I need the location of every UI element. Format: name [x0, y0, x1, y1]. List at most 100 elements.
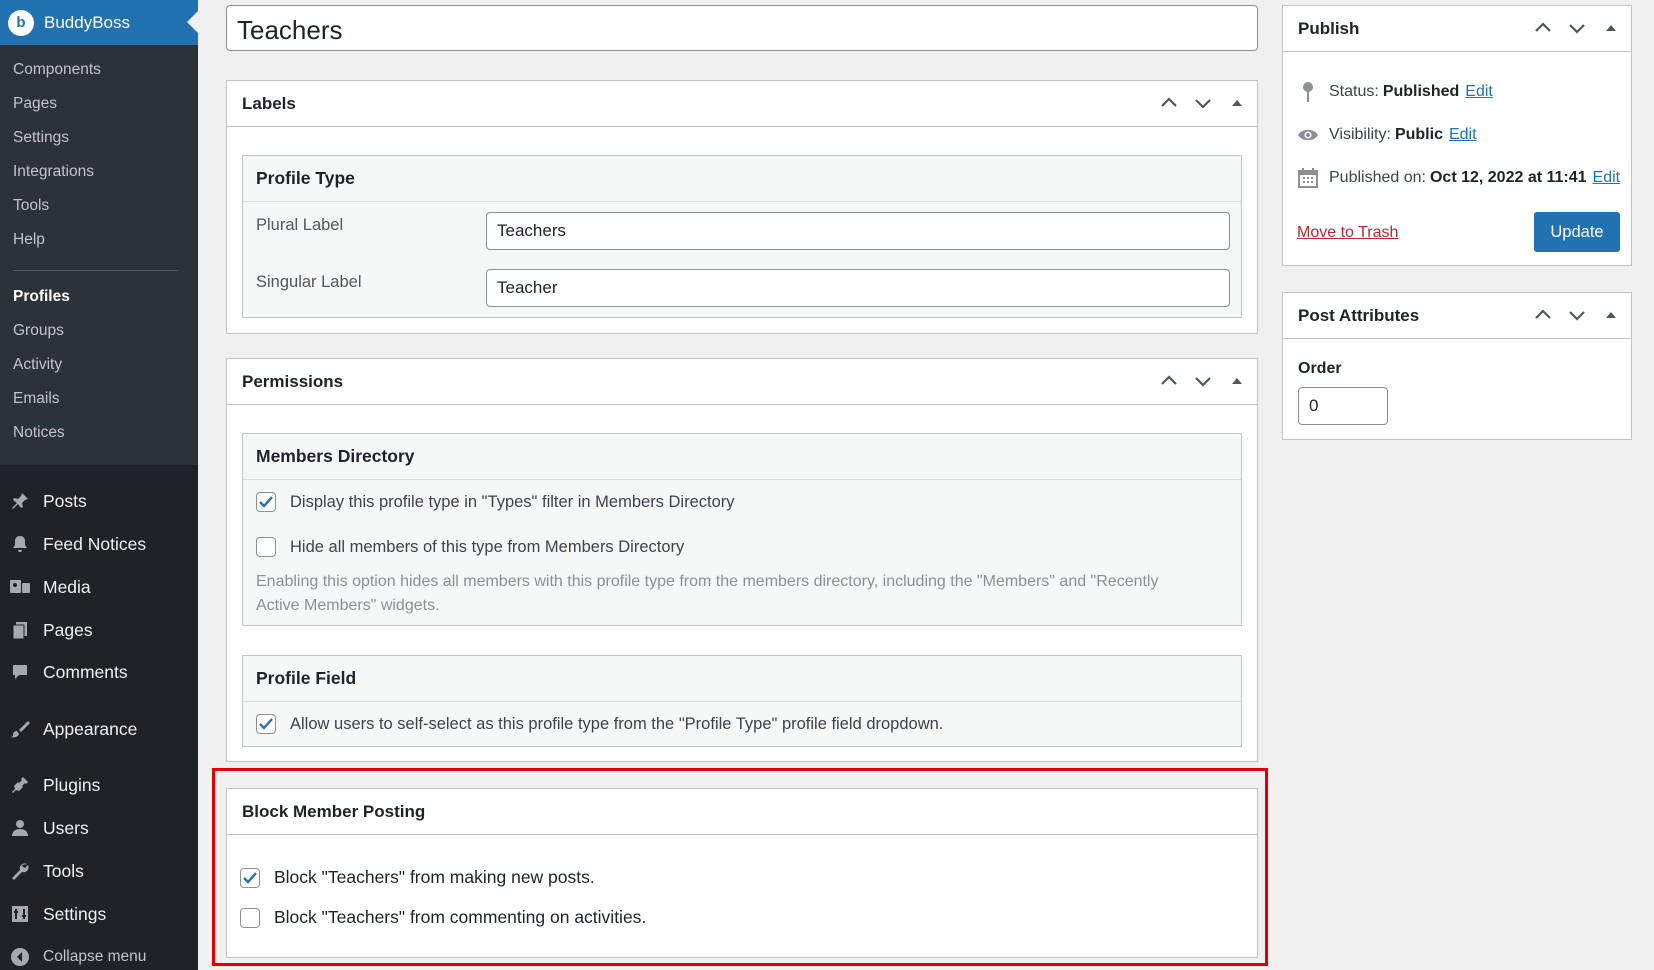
toggle-panel-icon[interactable]	[1227, 93, 1247, 113]
menu-feed-notices[interactable]: Feed Notices	[0, 526, 198, 562]
move-up-icon[interactable]	[1533, 18, 1553, 38]
singular-label-text: Singular Label	[256, 273, 362, 291]
edit-date-link[interactable]: Edit	[1593, 169, 1621, 187]
comment-icon	[9, 661, 31, 683]
menu-tools[interactable]: Tools	[0, 853, 198, 889]
hide-members-description: Enabling this option hides all members w…	[256, 570, 1236, 618]
menu-settings[interactable]: Settings	[0, 896, 198, 932]
post-attributes-header: Post Attributes	[1283, 293, 1631, 339]
submenu-settings[interactable]: Settings	[13, 129, 69, 147]
submenu-integrations[interactable]: Integrations	[13, 163, 94, 181]
move-down-icon[interactable]	[1567, 305, 1587, 325]
collapse-menu-label: Collapse menu	[43, 948, 147, 965]
menu-media[interactable]: Media	[0, 569, 198, 605]
profile-type-section: Profile Type Plural Label Teachers Singu…	[242, 155, 1242, 318]
status-label: Status:	[1329, 83, 1379, 100]
plural-label-input[interactable]: Teachers	[486, 212, 1230, 250]
current-menu-pointer	[187, 11, 198, 33]
submenu-pages[interactable]: Pages	[13, 95, 57, 113]
menu-plugins[interactable]: Plugins	[0, 767, 198, 803]
move-to-trash-link[interactable]: Move to Trash	[1297, 224, 1398, 242]
post-attributes-title: Post Attributes	[1298, 305, 1420, 325]
submenu-profiles[interactable]: Profiles	[13, 288, 70, 306]
profile-field-heading: Profile Field	[243, 656, 1241, 702]
hide-members-option[interactable]: Hide all members of this type from Membe…	[256, 537, 684, 557]
menu-plugins-label: Plugins	[43, 774, 101, 795]
menu-pages[interactable]: Pages	[0, 612, 198, 648]
menu-posts-label: Posts	[43, 490, 87, 511]
menu-appearance[interactable]: Appearance	[0, 711, 198, 747]
published-on-label: Published on:	[1329, 169, 1426, 186]
highlight-annotation-box	[212, 768, 1268, 966]
pin-icon	[9, 490, 31, 512]
members-directory-section: Members Directory Display this profile t…	[242, 433, 1242, 626]
submenu-groups[interactable]: Groups	[13, 322, 64, 340]
buddyboss-logo-icon: b	[8, 9, 34, 36]
publish-metabox: Publish Status: Published Edit Visibilit…	[1282, 5, 1632, 266]
singular-label-input[interactable]: Teacher	[486, 269, 1230, 307]
menu-settings-label: Settings	[43, 903, 107, 924]
display-in-types-filter-checkbox[interactable]	[256, 492, 276, 512]
move-up-icon[interactable]	[1159, 371, 1179, 391]
wrench-icon	[9, 860, 31, 882]
post-title-input[interactable]: Teachers	[226, 5, 1258, 51]
permissions-metabox-title: Permissions	[242, 371, 344, 391]
move-down-icon[interactable]	[1567, 18, 1587, 38]
labels-metabox-title: Labels	[242, 93, 296, 113]
move-down-icon[interactable]	[1193, 371, 1213, 391]
submenu-activity[interactable]: Activity	[13, 356, 62, 374]
edit-status-link[interactable]: Edit	[1465, 83, 1493, 101]
labels-metabox: Labels Profile Type Plural Label Teacher…	[226, 80, 1258, 334]
menu-tools-label: Tools	[43, 860, 84, 881]
submenu-divider	[13, 270, 178, 271]
self-select-profile-type-checkbox[interactable]	[256, 714, 276, 734]
menu-feed-notices-label: Feed Notices	[43, 533, 147, 554]
menu-users-label: Users	[43, 817, 89, 838]
bell-icon	[9, 533, 31, 555]
menu-appearance-label: Appearance	[43, 718, 138, 739]
menu-posts[interactable]: Posts	[0, 483, 198, 519]
update-button[interactable]: Update	[1534, 212, 1620, 252]
collapse-menu-button[interactable]: Collapse menu	[0, 939, 198, 970]
settings-icon	[9, 903, 31, 925]
display-in-types-filter-label: Display this profile type in "Types" fil…	[290, 492, 735, 511]
permissions-metabox: Permissions Members Directory Display th…	[226, 358, 1258, 762]
toggle-panel-icon[interactable]	[1601, 305, 1621, 325]
visibility-row: Visibility: Public Edit	[1297, 124, 1477, 146]
submenu-tools[interactable]: Tools	[13, 197, 49, 215]
members-directory-heading: Members Directory	[243, 434, 1241, 480]
user-icon	[9, 817, 31, 839]
media-icon	[9, 576, 31, 598]
hide-members-checkbox[interactable]	[256, 537, 276, 557]
move-up-icon[interactable]	[1533, 305, 1553, 325]
menu-pages-label: Pages	[43, 619, 93, 640]
post-status-row: Status: Published Edit	[1297, 81, 1493, 103]
edit-visibility-link[interactable]: Edit	[1449, 126, 1477, 144]
labels-metabox-header: Labels	[227, 81, 1257, 127]
submenu-notices[interactable]: Notices	[13, 424, 65, 442]
menu-comments[interactable]: Comments	[0, 654, 198, 690]
menu-buddyboss[interactable]: b BuddyBoss	[0, 0, 198, 45]
toggle-panel-icon[interactable]	[1601, 18, 1621, 38]
order-label: Order	[1298, 360, 1342, 377]
move-up-icon[interactable]	[1159, 93, 1179, 113]
self-select-profile-type-option[interactable]: Allow users to self-select as this profi…	[256, 714, 943, 734]
page-icon	[9, 619, 31, 641]
toggle-panel-icon[interactable]	[1227, 371, 1247, 391]
submenu-emails[interactable]: Emails	[13, 390, 60, 408]
submenu-help[interactable]: Help	[13, 231, 45, 249]
submenu-components[interactable]: Components	[13, 61, 101, 79]
admin-sidebar: b BuddyBoss Components Pages Settings In…	[0, 0, 198, 970]
menu-media-label: Media	[43, 576, 91, 597]
order-input[interactable]: 0	[1298, 387, 1388, 425]
menu-buddyboss-label: BuddyBoss	[44, 12, 130, 32]
move-down-icon[interactable]	[1193, 93, 1213, 113]
plug-icon	[9, 774, 31, 796]
publish-metabox-header: Publish	[1283, 6, 1631, 52]
published-on-value: Oct 12, 2022 at 11:41	[1429, 169, 1587, 186]
post-attributes-metabox: Post Attributes Order 0	[1282, 292, 1632, 440]
menu-users[interactable]: Users	[0, 810, 198, 846]
display-in-types-filter-option[interactable]: Display this profile type in "Types" fil…	[256, 492, 735, 512]
status-value: Published	[1382, 83, 1460, 100]
calendar-icon	[1297, 167, 1319, 189]
